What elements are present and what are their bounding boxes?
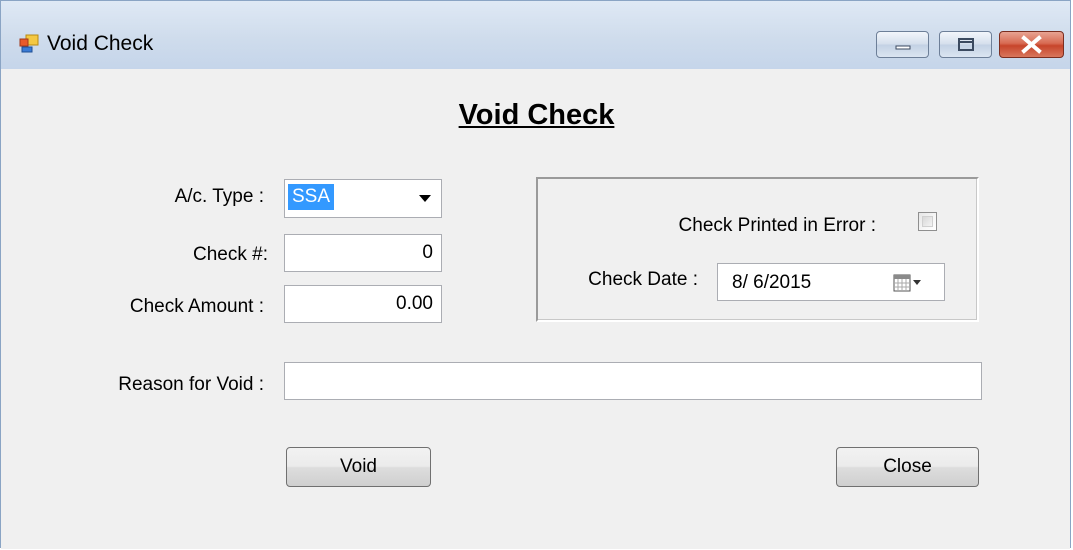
form-heading: Void Check [458,99,615,131]
maximize-icon [958,38,974,51]
minimize-button[interactable] [876,31,929,58]
check-amount-label: Check Amount : [129,296,264,317]
account-type-label: A/c. Type : [174,186,264,207]
check-date-picker[interactable]: 8/ 6/2015 [717,263,945,301]
minimize-icon [895,45,911,50]
chevron-down-icon[interactable] [419,195,431,202]
check-amount-input[interactable]: 0.00 [284,285,442,323]
close-button[interactable]: Close [836,447,979,487]
check-number-label: Check #: [193,244,268,265]
close-icon [1021,35,1042,54]
void-check-window: Void Check Void Check A/c. Type : SSA Ch… [0,0,1071,549]
window-title: Void Check [47,32,154,55]
close-window-button[interactable] [999,31,1064,58]
calendar-dropdown-icon[interactable] [893,274,923,292]
app-form-icon [19,34,39,53]
check-number-input[interactable]: 0 [284,234,442,272]
printed-in-error-checkbox[interactable] [918,212,937,231]
account-type-value: SSA [288,184,335,210]
reason-input[interactable] [284,362,982,400]
title-bar[interactable]: Void Check [1,1,1070,69]
void-button[interactable]: Void [286,447,431,487]
check-date-value: 8/ 6/2015 [732,272,812,293]
account-type-combobox[interactable]: SSA [284,179,442,218]
maximize-button[interactable] [939,31,992,58]
reason-label: Reason for Void : [118,374,264,395]
printed-in-error-label: Check Printed in Error : [678,215,876,236]
check-date-label: Check Date : [588,269,698,290]
